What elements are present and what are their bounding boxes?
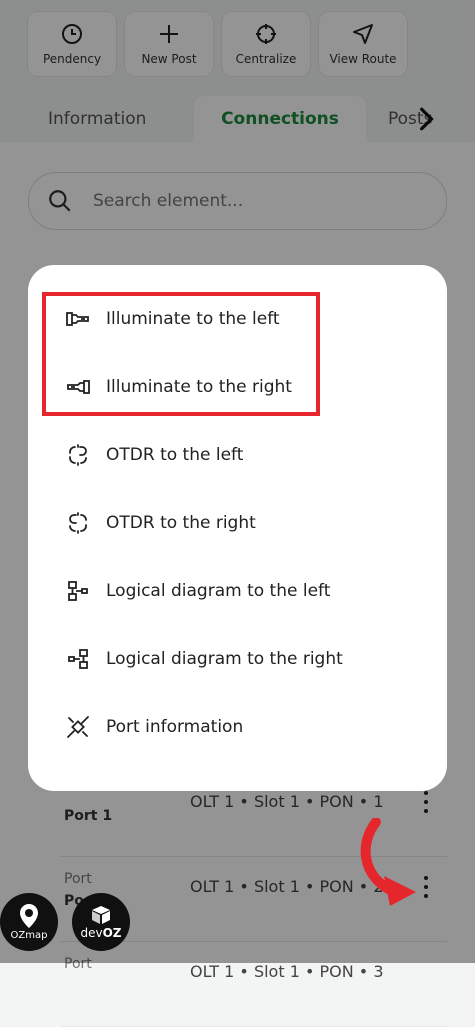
port-info-icon [64,713,92,741]
devoz-label-a: dev [80,925,103,940]
ozmap-logo: OZmap [0,893,58,951]
menu-item-logical-diagram-right[interactable]: Logical diagram to the right [64,625,427,693]
map-pin-icon [20,904,38,928]
devoz-label-b: OZ [102,925,122,940]
cube-icon [92,905,110,924]
menu-item-label: Port information [106,717,244,737]
connection-path: OLT 1 • Slot 1 • PON • 3 [190,962,384,981]
annotation-arrow-icon [360,818,416,906]
menu-item-port-information[interactable]: Port information [64,693,427,761]
menu-item-otdr-right[interactable]: OTDR to the right [64,489,427,557]
diagram-left-icon [64,577,92,605]
ozmap-label: OZmap [10,930,48,941]
diagram-right-icon [64,645,92,673]
otdr-right-icon [64,509,92,537]
menu-item-otdr-left[interactable]: OTDR to the left [64,421,427,489]
menu-item-label: Logical diagram to the left [106,581,331,601]
otdr-left-icon [64,441,92,469]
app-screen: Pendency New Post Centralize View Route … [0,0,475,1027]
highlight-box [42,292,320,416]
menu-item-logical-diagram-left[interactable]: Logical diagram to the left [64,557,427,625]
devoz-label: devOZ [80,926,121,940]
menu-item-label: OTDR to the right [106,513,256,533]
menu-item-label: OTDR to the left [106,445,244,465]
menu-item-label: Logical diagram to the right [106,649,343,669]
devoz-logo: devOZ [72,893,130,951]
